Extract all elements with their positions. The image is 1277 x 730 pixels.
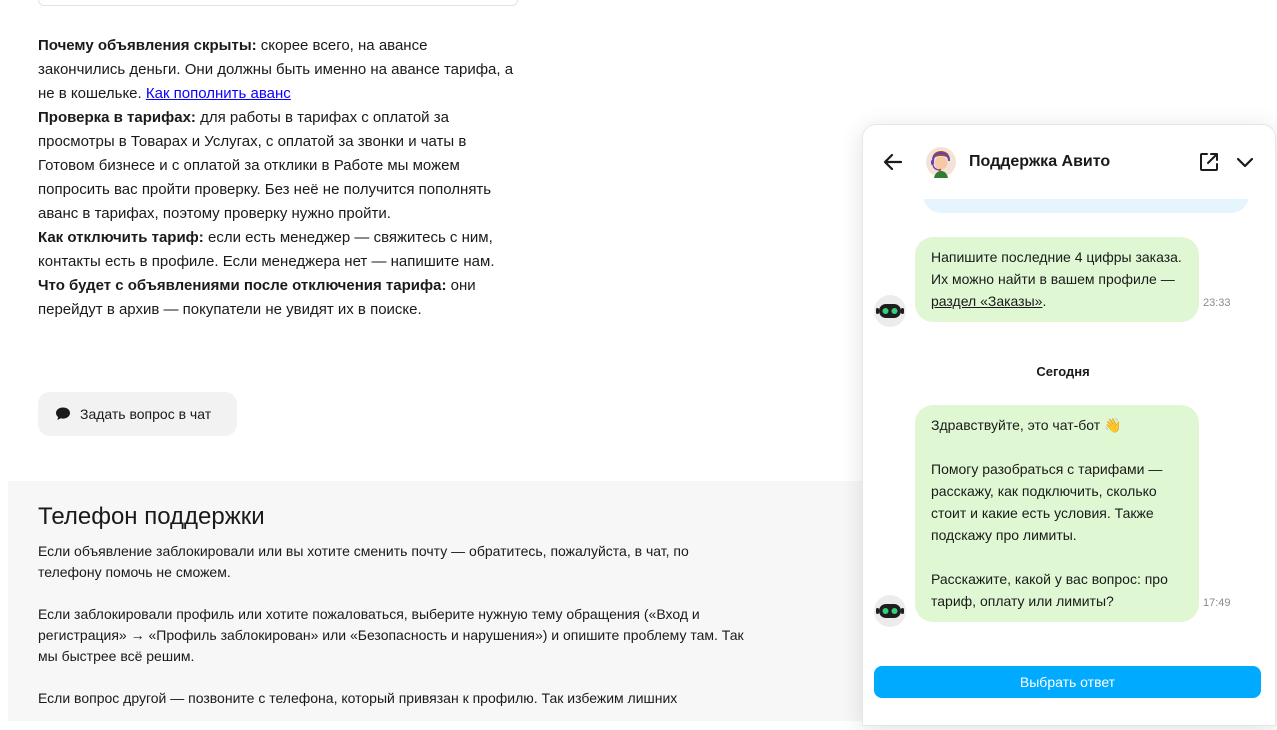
- back-button[interactable]: [879, 148, 907, 176]
- external-link-icon: [1200, 153, 1218, 171]
- top-up-advance-link[interactable]: Как пополнить аванс: [146, 85, 291, 102]
- phone-paragraph: Если вопрос другой — позвоните с телефон…: [38, 690, 678, 706]
- ask-in-chat-button[interactable]: Задать вопрос в чат: [38, 392, 237, 436]
- bot-message-greeting: Здравствуйте, это чат-бот 👋 Помогу разоб…: [915, 405, 1199, 622]
- chat-bot-avatar: [874, 295, 906, 327]
- phone-support-title: Телефон поддержки: [38, 503, 265, 530]
- phone-paragraph: Если заблокировали профиль или хотите по…: [38, 606, 744, 664]
- chat-bubble-icon: [56, 407, 70, 420]
- orders-section-link[interactable]: раздел «Заказы»: [931, 293, 1042, 309]
- chat-header: Поддержка Авито: [863, 125, 1275, 199]
- faq-item-hidden-ads: Почему объявления скрыты: скорее всего, …: [38, 37, 514, 102]
- phone-support-text: Если объявление заблокировали или вы хот…: [38, 541, 748, 730]
- faq-item-verification: Проверка в тарифах: для работы в тарифах…: [38, 109, 492, 222]
- arrow-left-icon: [883, 153, 903, 171]
- support-agent-avatar: [926, 147, 956, 178]
- faq-block: Почему объявления скрыты: скорее всего, …: [38, 34, 518, 322]
- message-timestamp: 23:33: [1203, 297, 1231, 309]
- chat-title: Поддержка Авито: [969, 153, 1111, 170]
- search-input-edge[interactable]: [38, 0, 518, 6]
- faq-item-disable-tariff: Как отключить тариф: если есть менеджер …: [38, 229, 495, 270]
- day-separator: Сегодня: [1036, 364, 1090, 379]
- chat-header-actions: [1195, 148, 1259, 176]
- message-timestamp: 17:49: [1203, 597, 1231, 609]
- phone-paragraph: Если объявление заблокировали или вы хот…: [38, 543, 689, 580]
- open-external-button[interactable]: [1195, 148, 1223, 176]
- bot-message-order-digits: Напишите последние 4 цифры заказа. Их мо…: [915, 237, 1199, 322]
- chevron-down-icon: [1236, 157, 1254, 168]
- chat-footer: Выбрать ответ: [863, 649, 1275, 725]
- support-chat-widget: Поддержка Авито Напишите последние 4 циф…: [862, 124, 1276, 726]
- previous-message-bubble: [923, 199, 1249, 213]
- chat-messages[interactable]: Напишите последние 4 цифры заказа. Их мо…: [863, 199, 1263, 649]
- faq-item-after-disable: Что будет с объявлениями после отключени…: [38, 277, 476, 318]
- chat-bot-avatar: [874, 595, 906, 627]
- ask-in-chat-label: Задать вопрос в чат: [80, 406, 212, 422]
- collapse-chat-button[interactable]: [1231, 148, 1259, 176]
- choose-answer-button[interactable]: Выбрать ответ: [874, 666, 1261, 698]
